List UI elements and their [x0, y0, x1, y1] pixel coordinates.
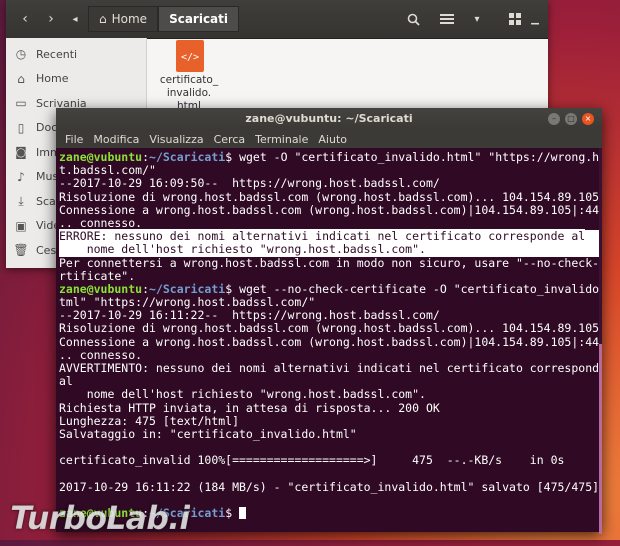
document-icon: ▯: [17, 120, 25, 135]
terminal-line-text: Connessione a wrong.host.badssl.com (wro…: [59, 202, 602, 217]
html-file-icon[interactable]: </>: [176, 40, 204, 72]
breadcrumb: ⌂ Home Scaricati: [88, 6, 240, 32]
terminal-line-text: Per connettersi a wrong.host.badssl.com …: [59, 255, 602, 270]
terminal-line-text: nome dell'host richiesto "wrong.host.bad…: [59, 387, 426, 402]
sidebar-item-label: Doc: [36, 121, 58, 135]
terminal-scrollbar[interactable]: [599, 148, 602, 534]
sidebar-item-label: Recenti: [36, 47, 78, 61]
svg-text:TurboLab.it: TurboLab.it: [10, 499, 190, 537]
breadcrumb-home-label: Home: [111, 12, 148, 26]
prompt-end: $: [225, 281, 240, 296]
terminal-line-text: --2017-10-29 16:11:22-- https://wrong.ho…: [59, 308, 440, 323]
terminal-line-text: al: [59, 374, 73, 389]
watermark: TurboLab.it: [10, 497, 208, 546]
terminal-line-text: --2017-10-29 16:09:50-- https://wrong.ho…: [59, 176, 440, 191]
search-icon[interactable]: [402, 8, 424, 30]
terminal-title: zane@vubuntu: ~/Scaricati: [245, 112, 413, 125]
prompt-end: $: [225, 150, 240, 164]
terminal-menubar: File Modifica Visualizza Cerca Terminale…: [56, 130, 602, 148]
terminal-output-line: AVVERTIMENTO: nessuno dei nomi alternati…: [59, 361, 602, 375]
download-icon: ⤓: [18, 193, 24, 208]
terminal-line-text: Lunghezza: 475 [text/html]: [59, 413, 240, 428]
terminal-line-text: Connessione a wrong.host.badssl.com (wro…: [59, 334, 602, 349]
terminal-command: wget -O "certificato_invalido.html" "htt…: [239, 150, 602, 164]
prompt-user: zane@vubuntu: [59, 150, 143, 164]
sidebar-item-recenti[interactable]: ◷ Recenti: [6, 42, 146, 67]
grid-view-icon[interactable]: [504, 8, 526, 30]
camera-icon: ◙: [15, 145, 27, 160]
svg-text:</>: </>: [181, 52, 199, 63]
terminal-window[interactable]: zane@vubuntu: ~/Scaricati – □ × File Mod…: [56, 108, 602, 534]
menu-visualizza[interactable]: Visualizza: [144, 133, 208, 146]
home-icon: ⌂: [17, 71, 25, 86]
terminal-line-text: Risoluzione di wrong.host.badssl.com (wr…: [59, 321, 600, 336]
sidebar-item-label: Home: [36, 72, 69, 86]
view-options-icon[interactable]: [436, 8, 458, 30]
file-manager-header: ‹ › ◂ ⌂ Home Scaricati ▾ ▁: [6, 0, 548, 39]
terminal-output-line: 2017-10-29 16:11:22 (184 MB/s) - "certif…: [59, 479, 600, 494]
terminal-output-line: Salvataggio in: "certificato_invalido.ht…: [59, 426, 600, 441]
terminal-line-text: rtificate".: [59, 268, 136, 283]
close-button[interactable]: ×: [582, 113, 594, 125]
terminal-output-line: certificato_invalid 100%[===============…: [59, 454, 600, 467]
terminal-line-text: Richiesta HTTP inviata, in attesa di ris…: [59, 400, 440, 415]
terminal-line-text: Risoluzione di wrong.host.badssl.com (wr…: [59, 189, 600, 204]
forward-arrow-icon[interactable]: ›: [40, 8, 62, 30]
terminal-line-text: 2017-10-29 16:11:22 (184 MB/s) - "certif…: [59, 479, 600, 494]
path-left-scroll-icon[interactable]: ◂: [68, 8, 82, 30]
menu-file[interactable]: File: [60, 133, 88, 146]
terminal-output[interactable]: zane@vubuntu:~/Scaricati$ wget -O "certi…: [56, 148, 602, 532]
minimize-icon[interactable]: ▁: [526, 8, 544, 30]
sidebar-item-home[interactable]: ⌂ Home: [6, 67, 146, 92]
terminal-line-text: t.badssl.com/": [59, 163, 156, 178]
file-name-line: invalido.: [166, 87, 212, 99]
file-name-line: certificato_: [159, 74, 219, 86]
terminal-line-text: nome dell'host richiesto "wrong.host.bad…: [59, 242, 426, 257]
terminal-cursor: [239, 507, 247, 520]
home-icon: ⌂: [99, 12, 107, 26]
back-arrow-icon[interactable]: ‹: [14, 8, 36, 30]
menu-aiuto[interactable]: Aiuto: [313, 133, 352, 146]
terminal-line-text: Salvataggio in: "certificato_invalido.ht…: [59, 426, 357, 441]
menu-terminale[interactable]: Terminale: [250, 133, 313, 146]
terminal-output-line: Per connettersi a wrong.host.badssl.com …: [59, 255, 602, 270]
view-toggle-dropdown-icon[interactable]: ▾: [468, 8, 486, 30]
prompt-end: $: [225, 506, 240, 521]
trash-icon: 🗑︎: [13, 243, 29, 258]
menu-modifica[interactable]: Modifica: [88, 133, 144, 146]
terminal-command: wget --no-check-certificate -O "certific…: [239, 281, 602, 296]
minimize-button[interactable]: –: [548, 113, 560, 125]
video-icon: ▣: [15, 218, 27, 233]
prompt-user: zane@vubuntu: [59, 281, 143, 296]
terminal-line-text: ERRORE: nessuno dei nomi alternativi ind…: [59, 229, 586, 244]
terminal-titlebar[interactable]: zane@vubuntu: ~/Scaricati – □ ×: [56, 108, 602, 130]
prompt-separator: :: [142, 281, 150, 296]
terminal-line-text: .. connesso.: [59, 347, 143, 362]
breadcrumb-scaricati-label: Scaricati: [169, 12, 229, 26]
terminal-line-text: AVVERTIMENTO: nessuno dei nomi alternati…: [59, 361, 602, 375]
terminal-line-text: tml" "https://wrong.host.badssl.com/": [59, 295, 316, 310]
terminal-line-text: certificato_invalid 100%[===============…: [59, 453, 565, 468]
terminal-line-text: .. connesso.: [59, 215, 143, 230]
maximize-button[interactable]: □: [565, 113, 577, 125]
clock-icon: ◷: [15, 47, 27, 62]
desktop-icon: ▭: [15, 96, 27, 111]
breadcrumb-home[interactable]: ⌂ Home: [88, 6, 159, 32]
prompt-path: ~/Scaricati: [149, 150, 226, 164]
prompt-path: ~/Scaricati: [149, 281, 226, 296]
scrollbar-thumb[interactable]: [599, 344, 602, 534]
menu-cerca[interactable]: Cerca: [209, 133, 251, 146]
breadcrumb-scaricati[interactable]: Scaricati: [158, 6, 240, 32]
music-icon: ♪: [17, 169, 25, 184]
prompt-separator: :: [142, 150, 150, 164]
